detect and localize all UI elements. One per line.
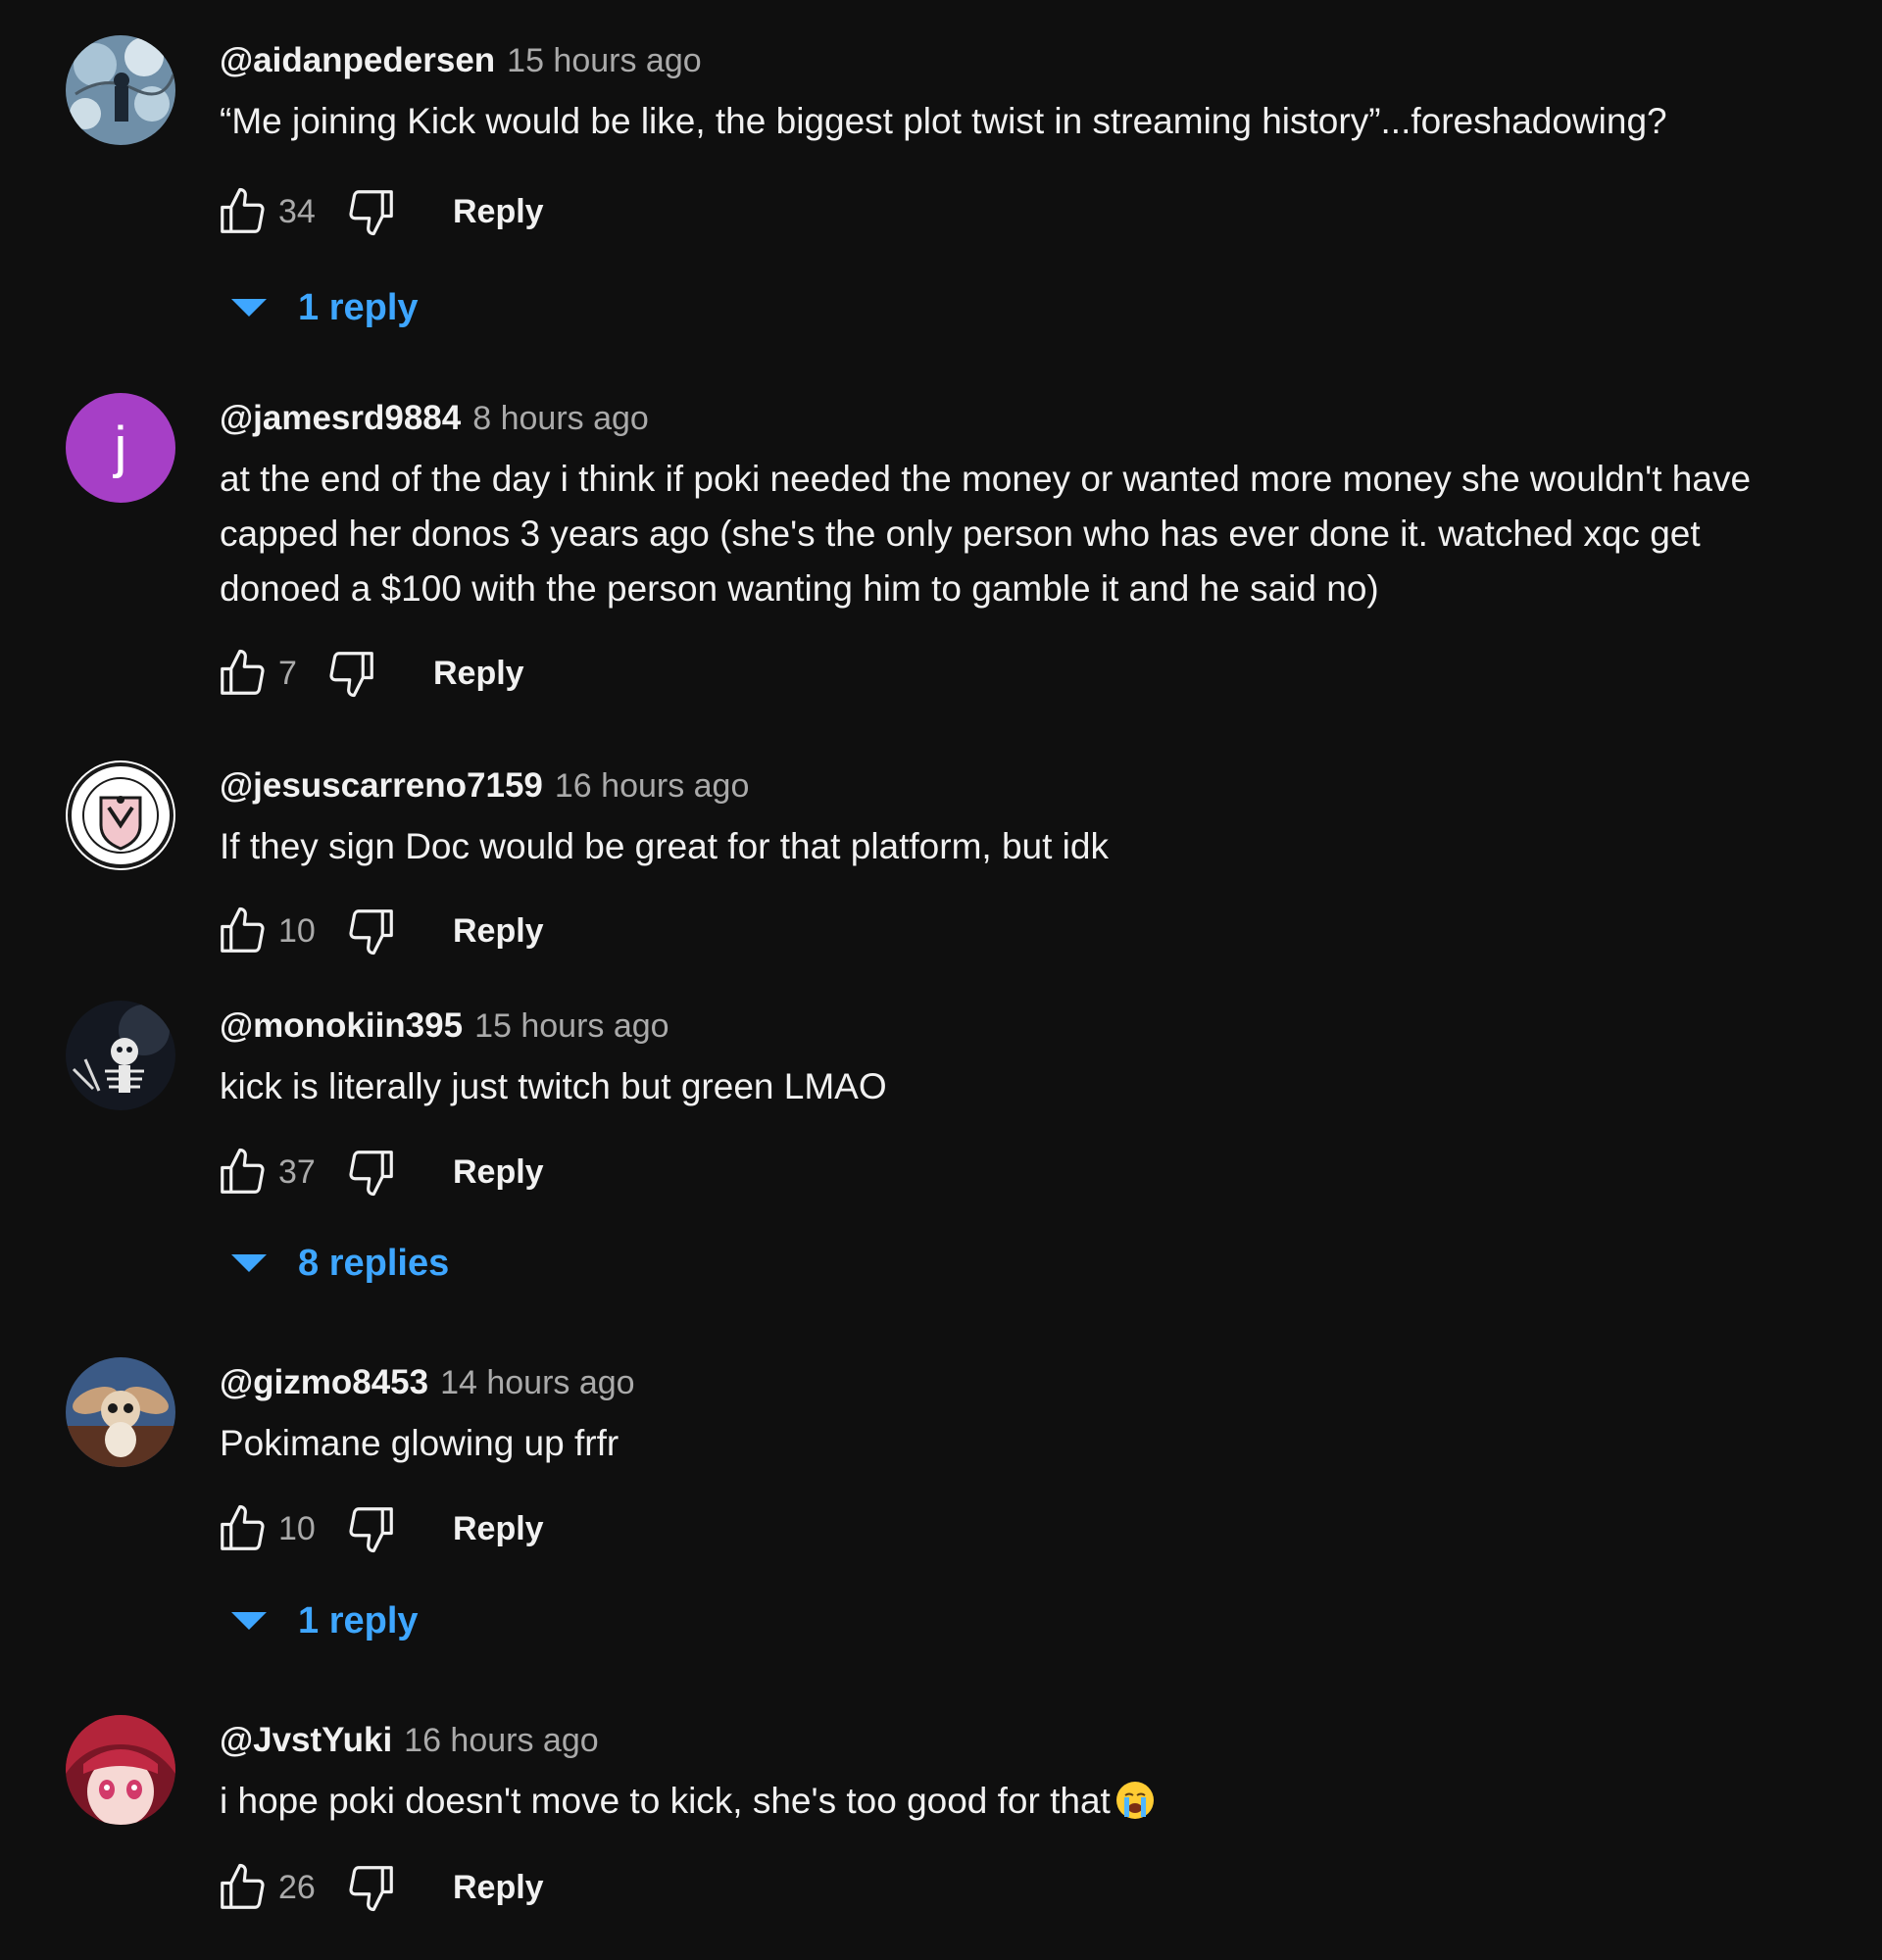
avatar[interactable]: [66, 35, 175, 145]
comment-header: @jesuscarreno7159 16 hours ago: [220, 766, 749, 806]
thumbs-up-icon: [221, 1148, 265, 1194]
thumbs-down-icon: [349, 190, 393, 236]
reply-button[interactable]: Reply: [453, 193, 544, 231]
thumbs-down-icon: [349, 1866, 393, 1912]
comment-actions: 34 Reply: [214, 182, 544, 241]
thumbs-down-icon: [349, 1151, 393, 1197]
comment-timestamp[interactable]: 15 hours ago: [474, 1007, 669, 1046]
comment-header: @aidanpedersen 15 hours ago: [220, 41, 702, 80]
comment-text: If they sign Doc would be great for that…: [220, 826, 1109, 866]
avatar[interactable]: [66, 1357, 175, 1467]
reply-button[interactable]: Reply: [453, 1869, 544, 1907]
thumbs-up-icon: [221, 1504, 265, 1550]
comment-timestamp[interactable]: 14 hours ago: [440, 1364, 635, 1402]
view-replies-button[interactable]: 8 replies: [231, 1236, 449, 1291]
reply-button[interactable]: Reply: [453, 1153, 544, 1192]
author-name[interactable]: @jamesrd9884: [220, 399, 461, 438]
comment-header: @gizmo8453 14 hours ago: [220, 1363, 635, 1402]
replies-count-label: 1 reply: [298, 1599, 419, 1642]
like-button[interactable]: [214, 903, 271, 959]
author-name[interactable]: @gizmo8453: [220, 1363, 428, 1402]
comment-text-content: i hope poki doesn't move to kick, she's …: [220, 1781, 1111, 1821]
comment-text: at the end of the day i think if poki ne…: [220, 459, 1752, 609]
view-replies-button[interactable]: 1 reply: [231, 280, 419, 335]
author-name[interactable]: @aidanpedersen: [220, 41, 495, 80]
like-count: 34: [278, 192, 316, 230]
comment-timestamp[interactable]: 8 hours ago: [472, 400, 649, 438]
thumbs-down-icon: [349, 1507, 393, 1553]
dislike-button[interactable]: [343, 1144, 400, 1200]
avatar[interactable]: j: [66, 393, 175, 503]
comment-actions: 37 Reply: [214, 1143, 544, 1201]
replies-count-label: 8 replies: [298, 1242, 450, 1284]
dislike-button[interactable]: [343, 183, 400, 240]
author-name[interactable]: @jesuscarreno7159: [220, 766, 543, 806]
comment-text: Pokimane glowing up frfr: [220, 1423, 619, 1463]
thumbs-up-icon: [221, 649, 265, 695]
comment-actions: 10 Reply: [214, 902, 544, 960]
dislike-button[interactable]: [343, 903, 400, 959]
reply-button[interactable]: Reply: [453, 912, 544, 951]
thumbs-down-icon: [349, 909, 393, 956]
comment-header: @jamesrd9884 8 hours ago: [220, 399, 649, 438]
like-count: 7: [278, 654, 297, 692]
comment-actions: 26 Reply: [214, 1858, 544, 1917]
comment-text: kick is literally just twitch but green …: [220, 1066, 887, 1106]
comment-text: i hope poki doesn't move to kick, she's …: [220, 1774, 1827, 1829]
caret-down-icon: [231, 299, 267, 317]
dislike-button[interactable]: [343, 1859, 400, 1916]
avatar[interactable]: [66, 1001, 175, 1110]
reply-button[interactable]: Reply: [433, 655, 524, 693]
comment-actions: 10 Reply: [214, 1499, 544, 1558]
dislike-button[interactable]: [343, 1500, 400, 1557]
comment-timestamp[interactable]: 16 hours ago: [555, 767, 750, 806]
avatar[interactable]: [66, 1715, 175, 1825]
thumbs-down-icon: [329, 652, 373, 698]
like-button[interactable]: [214, 1859, 271, 1916]
author-name[interactable]: @JvstYuki: [220, 1721, 392, 1760]
like-count: 26: [278, 1868, 316, 1906]
avatar[interactable]: [66, 760, 175, 870]
like-count: 10: [278, 1509, 316, 1547]
thumbs-up-icon: [221, 187, 265, 233]
replies-count-label: 1 reply: [298, 286, 419, 328]
reply-button[interactable]: Reply: [453, 1510, 544, 1548]
like-button[interactable]: [214, 183, 271, 240]
like-button[interactable]: [214, 645, 271, 702]
like-count: 37: [278, 1152, 316, 1191]
caret-down-icon: [231, 1612, 267, 1630]
view-replies-button[interactable]: 1 reply: [231, 1593, 419, 1648]
author-name[interactable]: @monokiin395: [220, 1006, 463, 1046]
comment-text: “Me joining Kick would be like, the bigg…: [220, 101, 1667, 141]
dislike-button[interactable]: [323, 645, 380, 702]
loudly-crying-face-icon: [1115, 1782, 1154, 1819]
thumbs-up-icon: [221, 1863, 265, 1909]
caret-down-icon: [231, 1254, 267, 1272]
like-button[interactable]: [214, 1144, 271, 1200]
like-count: 10: [278, 911, 316, 950]
thumbs-up-icon: [221, 906, 265, 953]
comment-header: @monokiin395 15 hours ago: [220, 1006, 669, 1046]
comment-header: @JvstYuki 16 hours ago: [220, 1721, 599, 1760]
comment-actions: 7 Reply: [214, 644, 524, 703]
comment-timestamp[interactable]: 15 hours ago: [507, 42, 702, 80]
like-button[interactable]: [214, 1500, 271, 1557]
comment-timestamp[interactable]: 16 hours ago: [404, 1722, 599, 1760]
